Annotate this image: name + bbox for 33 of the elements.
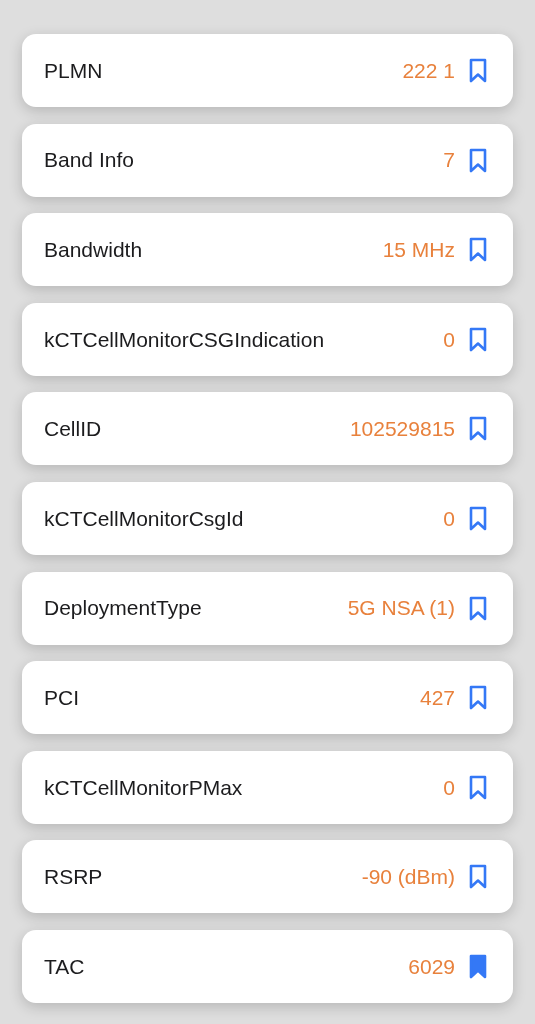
field-value: -90 (dBm) xyxy=(361,864,455,891)
field-value: 222 1 xyxy=(402,57,455,84)
bookmark-icon[interactable] xyxy=(469,595,487,621)
bookmark-icon[interactable] xyxy=(469,864,487,890)
field-label: kCTCellMonitorPMax xyxy=(44,774,244,801)
field-label: PCI xyxy=(44,684,80,711)
field-label: Bandwidth xyxy=(44,236,144,263)
bookmark-icon[interactable] xyxy=(469,416,487,442)
field-label: kCTCellMonitorCsgId xyxy=(44,505,245,532)
bookmark-icon[interactable] xyxy=(469,237,487,263)
field-value: 0 xyxy=(443,774,455,801)
field-value: 15 MHz xyxy=(382,236,455,263)
field-label: PLMN xyxy=(44,57,104,84)
field-value: 7 xyxy=(443,147,455,174)
field-label: Band Info xyxy=(44,147,135,174)
field-value: 427 xyxy=(419,684,455,711)
bookmark-icon[interactable] xyxy=(469,147,487,173)
bookmark-icon[interactable] xyxy=(469,685,487,711)
field-value: 0 xyxy=(443,326,455,353)
bookmark-icon[interactable] xyxy=(469,58,487,83)
field-value: 6029 xyxy=(408,953,455,980)
field-label: RSRP xyxy=(44,864,104,891)
field-label: DeploymentType xyxy=(44,595,203,622)
field-value: 5G NSA (1) xyxy=(347,595,455,622)
bookmark-icon[interactable] xyxy=(469,326,487,352)
field-value: 0 xyxy=(443,505,455,532)
bookmark-icon[interactable] xyxy=(469,505,487,531)
bookmark-icon[interactable] xyxy=(469,774,487,800)
field-value: 102529815 xyxy=(349,416,455,443)
field-label: kCTCellMonitorCSGIndication xyxy=(44,326,326,353)
field-label: TAC xyxy=(44,953,86,980)
bookmark-icon[interactable] xyxy=(469,953,487,979)
field-label: CellID xyxy=(44,416,103,443)
